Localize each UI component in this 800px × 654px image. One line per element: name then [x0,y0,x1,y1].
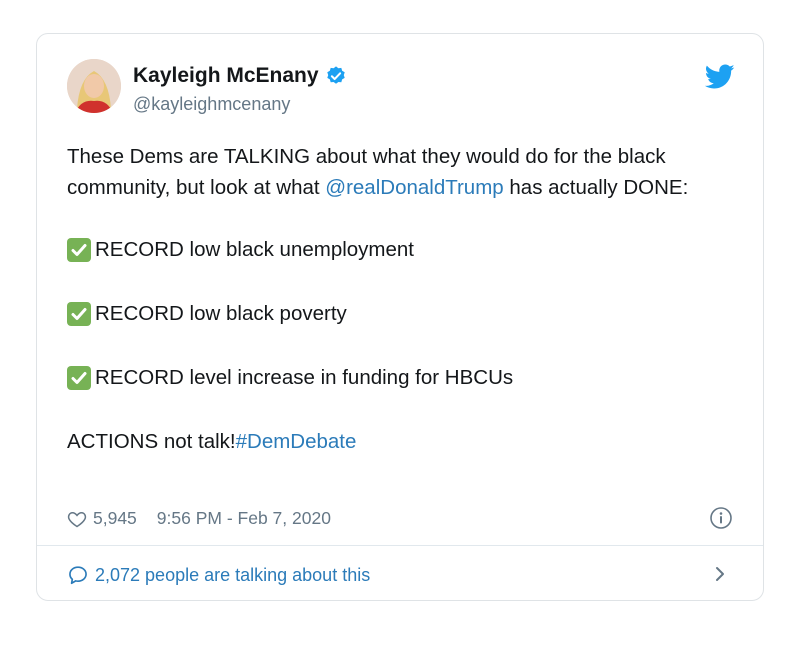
like-count[interactable]: 5,945 [93,508,137,529]
author-handle[interactable]: @kayleighmcenany [133,94,290,115]
bullet-text: RECORD low black poverty [95,302,347,325]
verified-badge-icon [325,65,347,87]
bullet-text: RECORD level increase in funding for HBC… [95,366,514,389]
bullet-item: RECORD low black unemployment [67,234,727,265]
closing-text: ACTIONS not talk! [67,430,236,453]
tweet-intro-text-end: has actually DONE: [503,176,689,199]
bullet-item: RECORD level increase in funding for HBC… [67,362,727,393]
tweet-timestamp[interactable]: 9:56 PM - Feb 7, 2020 [157,508,331,529]
divider [37,545,763,546]
check-mark-emoji-icon [67,237,91,262]
heart-icon[interactable] [67,509,87,529]
check-mark-emoji-icon [67,365,91,390]
twitter-bird-icon[interactable] [704,64,735,90]
info-icon[interactable] [709,506,733,530]
tweet-meta: 5,945 9:56 PM - Feb 7, 2020 [67,508,331,529]
bullet-item: RECORD low black poverty [67,298,727,329]
bullet-text: RECORD low black unemployment [95,238,415,261]
check-mark-emoji-icon [67,301,91,326]
tweet-text: These Dems are TALKING about what they w… [67,141,727,457]
conversation-link[interactable]: 2,072 people are talking about this [67,564,370,586]
speech-bubble-icon [67,564,89,586]
mention-link[interactable]: @realDonaldTrump [325,176,503,199]
author-avatar[interactable] [67,59,121,113]
conversation-text: 2,072 people are talking about this [95,564,371,585]
hashtag-link[interactable]: #DemDebate [236,430,357,453]
author-name[interactable]: Kayleigh McEnany [133,64,319,88]
chevron-right-icon[interactable] [711,564,729,584]
tweet-card: Kayleigh McEnany @kayleighmcenany These … [36,33,764,601]
